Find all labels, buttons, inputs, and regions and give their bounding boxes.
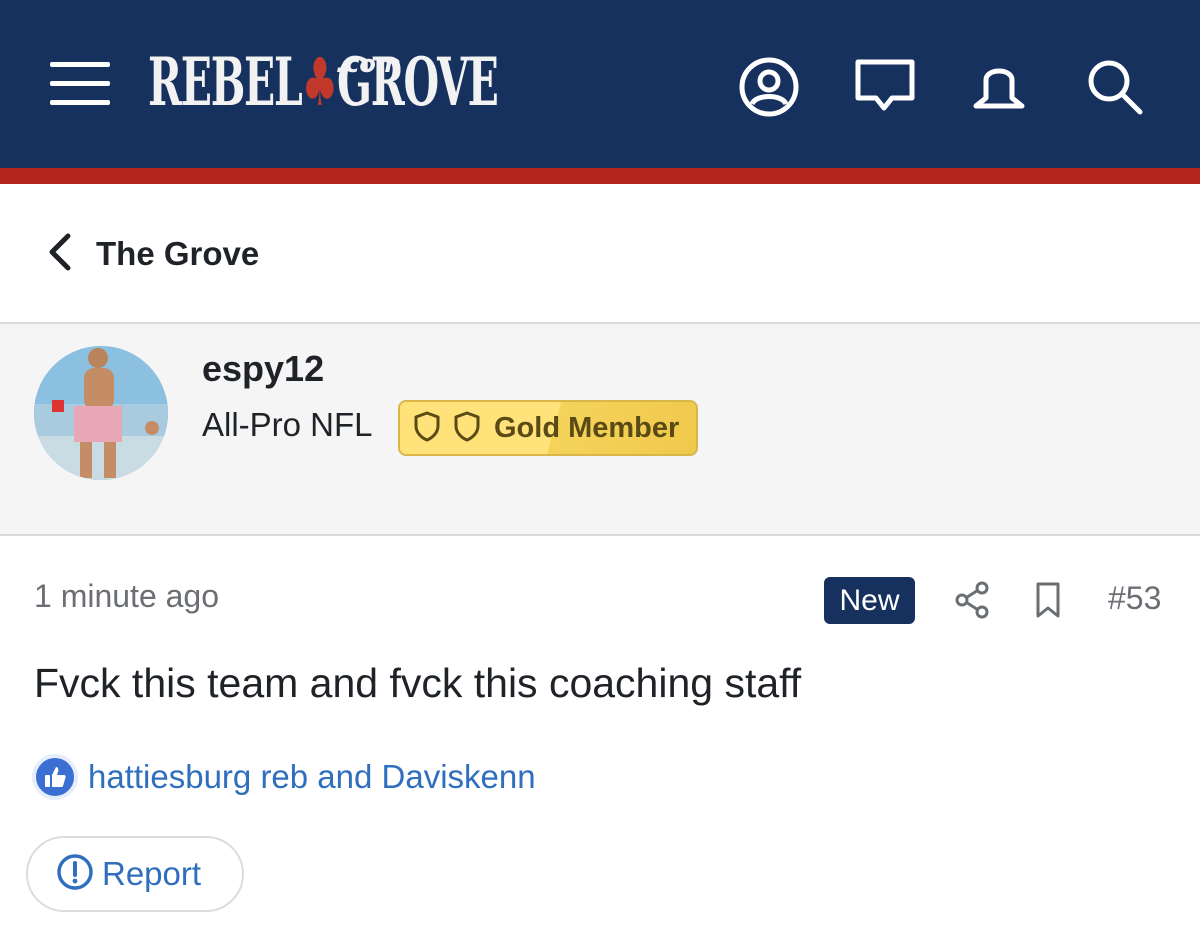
breadcrumb-back-link[interactable]: The Grove bbox=[44, 224, 259, 284]
reactions-users[interactable]: hattiesburg reb and Daviskenn bbox=[88, 758, 536, 796]
menu-icon[interactable] bbox=[48, 56, 112, 112]
header-accent-stripe bbox=[0, 168, 1200, 184]
share-icon[interactable] bbox=[954, 580, 990, 620]
shield-icon bbox=[412, 410, 442, 446]
report-label: Report bbox=[102, 855, 202, 892]
chat-icon[interactable] bbox=[852, 54, 918, 120]
search-icon[interactable] bbox=[1082, 54, 1148, 120]
shield-icon bbox=[452, 410, 482, 446]
chevron-left-icon bbox=[44, 232, 74, 276]
badge-label: Gold Member bbox=[494, 411, 680, 444]
breadcrumb-label: The Grove bbox=[96, 235, 260, 272]
bell-icon[interactable] bbox=[966, 54, 1032, 120]
alert-circle-icon bbox=[56, 853, 94, 895]
author-username[interactable]: espy12 bbox=[202, 348, 324, 390]
thumbs-up-icon bbox=[32, 754, 78, 800]
user-icon[interactable] bbox=[736, 54, 802, 120]
logo-suffix: .com bbox=[336, 50, 401, 78]
divider bbox=[0, 534, 1200, 536]
post-timestamp[interactable]: 1 minute ago bbox=[34, 578, 219, 615]
post-body: Fvck this team and fvck this coaching st… bbox=[34, 660, 802, 706]
author-title: All-Pro NFL bbox=[202, 406, 373, 443]
logo-wordmark: REBEL♣GROVE bbox=[148, 43, 499, 121]
site-logo[interactable]: REBEL♣GROVE bbox=[148, 40, 712, 124]
avatar[interactable] bbox=[34, 346, 168, 480]
membership-badge: Gold Member bbox=[398, 400, 698, 456]
reactions-bar[interactable]: hattiesburg reb and Daviskenn bbox=[32, 752, 536, 802]
post-number-link[interactable]: #53 bbox=[1108, 580, 1161, 617]
new-badge: New bbox=[824, 577, 915, 624]
report-button[interactable]: Report bbox=[26, 836, 244, 912]
bookmark-icon[interactable] bbox=[1032, 580, 1064, 620]
